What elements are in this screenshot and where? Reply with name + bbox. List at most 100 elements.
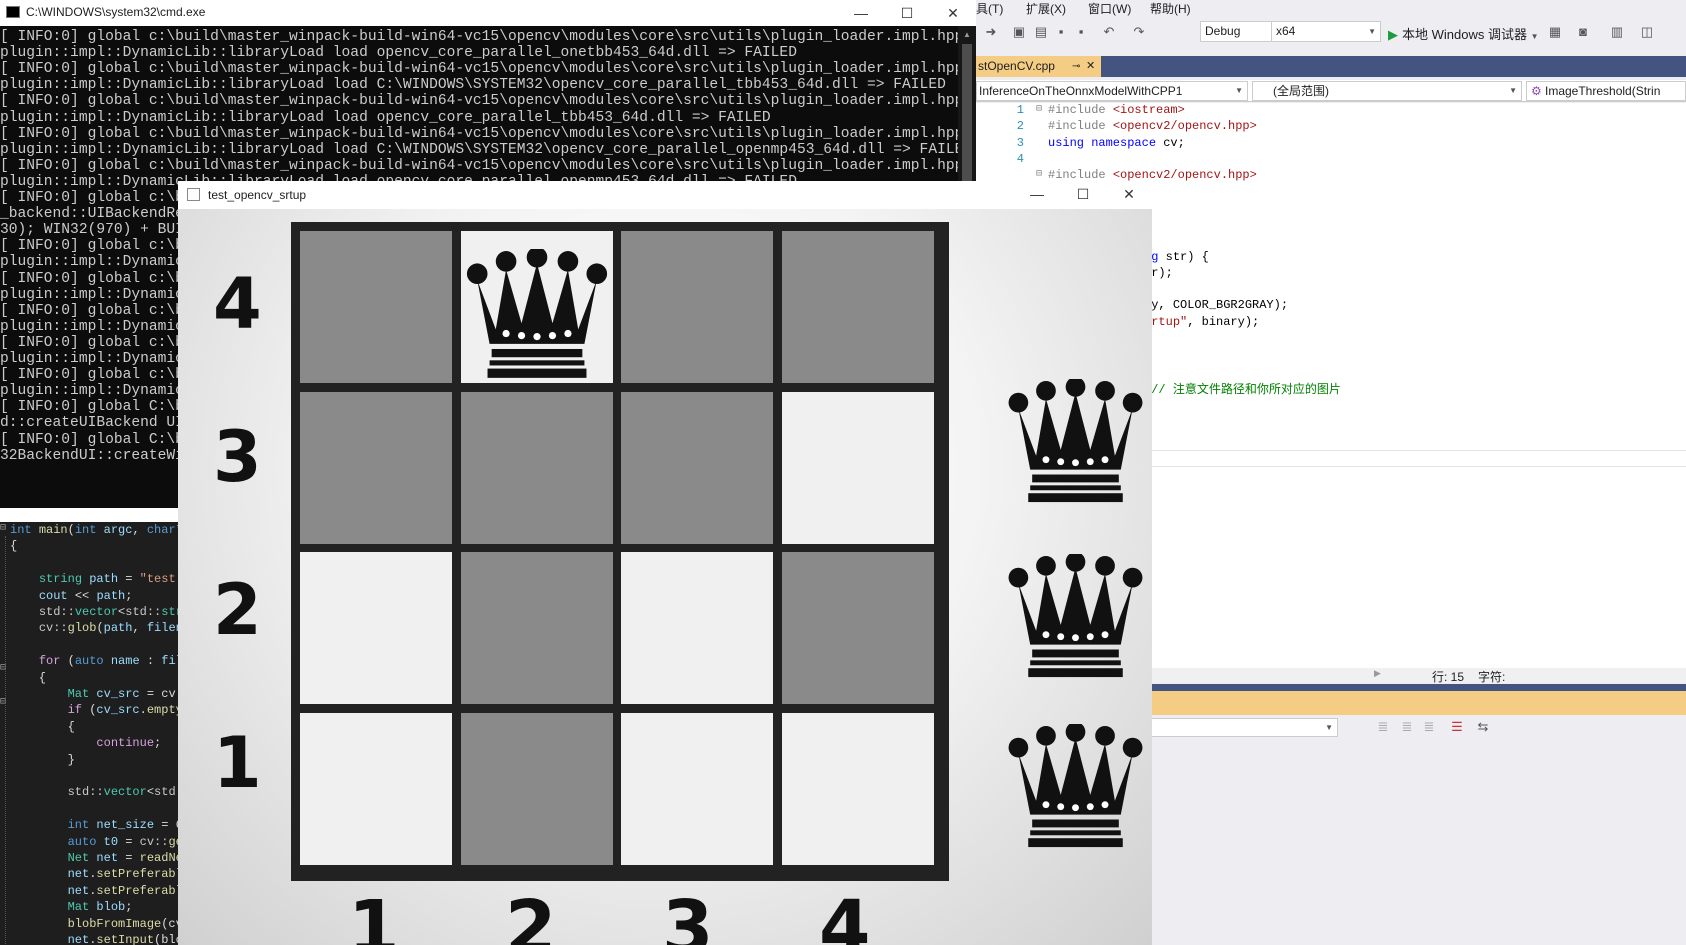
code-token: ( [96, 621, 104, 636]
play-icon: ▶ [1388, 27, 1398, 42]
maximize-button[interactable]: ☐ [884, 0, 930, 26]
maximize-button[interactable]: ☐ [1060, 181, 1106, 207]
code-token: cv:: [139, 834, 169, 849]
cmd-titlebar[interactable]: C:\WINDOWS\system32\cmd.exe — ☐ ✕ [0, 0, 976, 26]
char-indicator: 字符: [1478, 670, 1506, 684]
code-token: , binary); [1187, 314, 1260, 329]
dark-code-editor[interactable]: int main(int argc, char* { string path = … [0, 522, 200, 945]
menu-help[interactable]: 帮助(H) [1150, 0, 1191, 17]
queen-piece [1003, 552, 1148, 687]
code-line: auto t0 = cv::get [10, 835, 190, 849]
tab-cpp-file[interactable]: stOpenCV.cpp ⊸ ✕ [976, 56, 1101, 77]
folder-icon[interactable]: ▦ [1548, 25, 1562, 39]
find-message-icon[interactable]: ≣ [1376, 720, 1390, 734]
run-label: 本地 Windows 调试器 [1402, 27, 1527, 42]
code-token: <opencv2/opencv.hpp> [1112, 168, 1257, 182]
code-token: main [38, 523, 68, 537]
board-square [300, 552, 452, 705]
console-line: [ INFO:0] global c:\build\master_winpack… [0, 157, 958, 174]
board-square [300, 713, 452, 866]
code-token: #include [1048, 103, 1113, 117]
code-token: ( [67, 654, 75, 669]
code-line: Mat cv_src = cv:: [10, 687, 190, 701]
file-label: 2 [505, 885, 557, 945]
current-line-highlight [1068, 450, 1686, 467]
minimize-button[interactable]: — [1014, 181, 1060, 207]
project-select[interactable]: InferenceOnTheOnnxModelWithCPP1 ▼ [976, 81, 1248, 101]
queen-piece [463, 246, 611, 388]
close-button[interactable]: ✕ [1106, 181, 1152, 207]
code-line: } [10, 753, 75, 767]
code-line: #include <opencv2/opencv.hpp> [1048, 119, 1257, 133]
window-icon [187, 188, 200, 201]
board-square [460, 552, 613, 705]
code-token: Mat [67, 687, 97, 701]
collapse-icon[interactable]: ⊟ [1036, 168, 1042, 180]
next-message-icon[interactable]: ≣ [1422, 720, 1436, 734]
close-icon[interactable]: ✕ [1086, 56, 1095, 77]
code-line: int net_size = 64 [10, 818, 190, 832]
code-line: #include <iostream> [1048, 103, 1185, 117]
collapse-icon[interactable]: ⊟ [1036, 103, 1042, 115]
code-line: net.setPreferable [10, 884, 190, 898]
code-token: <iostream> [1112, 103, 1185, 117]
clear-all-icon[interactable]: ☰ [1450, 720, 1464, 734]
open-file-icon[interactable]: ▤ [1034, 25, 1048, 39]
close-button[interactable]: ✕ [930, 0, 976, 26]
code-line: for (auto name : file [10, 654, 190, 668]
image-window-titlebar[interactable]: test_opencv_srtup — ☐ ✕ [178, 181, 1152, 209]
chevron-down-icon: ▼ [1530, 32, 1539, 41]
code-token: cv; [1163, 135, 1185, 150]
scope-select[interactable]: (全局范围) ▼ [1252, 81, 1522, 101]
screenshot-icon[interactable]: ◙ [1576, 25, 1590, 39]
scroll-right-icon[interactable]: ▶ [1374, 668, 1381, 679]
code-line: std::vector<std::stri [10, 605, 190, 619]
opencv-image-window: test_opencv_srtup — ☐ ✕ 4 3 2 1 1 2 3 4 [178, 181, 1152, 945]
split-icon[interactable]: ◫ [1640, 25, 1654, 39]
menu-tools[interactable]: 具(T) [976, 0, 1003, 17]
scroll-up-icon[interactable]: ▲ [958, 26, 976, 43]
code-line: { [10, 720, 75, 734]
code-token: int [10, 523, 39, 537]
undo-icon[interactable]: ↶ [1102, 25, 1116, 39]
board-square [782, 231, 935, 383]
code-token: cv_src [96, 687, 147, 701]
collapse-icon[interactable]: ⊟ [0, 522, 6, 534]
code-token: Mat [67, 900, 97, 915]
console-line: plugin::impl::DynamicLib::libraryLoad lo… [0, 141, 958, 158]
save-icon[interactable]: ▪ [1054, 25, 1068, 39]
member-select[interactable]: ⚙ ImageThreshold(Strin [1526, 81, 1686, 101]
save-all-icon[interactable]: ▪ [1074, 25, 1088, 39]
start-debugging-button[interactable]: ▶ 本地 Windows 调试器 ▼ [1388, 24, 1539, 43]
new-project-icon[interactable]: ▣ [1012, 25, 1026, 39]
minimize-button[interactable]: — [838, 0, 884, 26]
layout-icon[interactable]: ▥ [1610, 25, 1624, 39]
image-window-title: test_opencv_srtup [208, 188, 307, 202]
console-line: plugin::impl::DynamicLib::libraryLoad lo… [0, 45, 797, 62]
console-line: plugin::impl::DynamicLi [0, 351, 202, 367]
terminal-icon [6, 6, 20, 18]
redo-icon[interactable]: ↷ [1132, 25, 1146, 39]
board-square [621, 231, 774, 383]
word-wrap-icon[interactable]: ⇆ [1476, 720, 1490, 734]
platform-select[interactable]: x64 ▼ [1271, 21, 1381, 42]
console-line: [ INFO:0] global c:\build\master_winpack… [0, 93, 958, 110]
code-token: argc [103, 523, 133, 537]
board-square [300, 231, 452, 383]
pin-icon[interactable]: ⊸ [1072, 56, 1080, 77]
prev-message-icon[interactable]: ≣ [1400, 720, 1414, 734]
console-line: plugin::impl::DynamicLib::libraryLoad lo… [0, 109, 771, 126]
menu-extensions[interactable]: 扩展(X) [1026, 0, 1066, 17]
navigate-forward-icon[interactable]: ➜ [984, 25, 998, 39]
menu-window[interactable]: 窗口(W) [1088, 0, 1131, 17]
line-number: 3 [1016, 135, 1024, 150]
code-token: cout [38, 588, 75, 603]
